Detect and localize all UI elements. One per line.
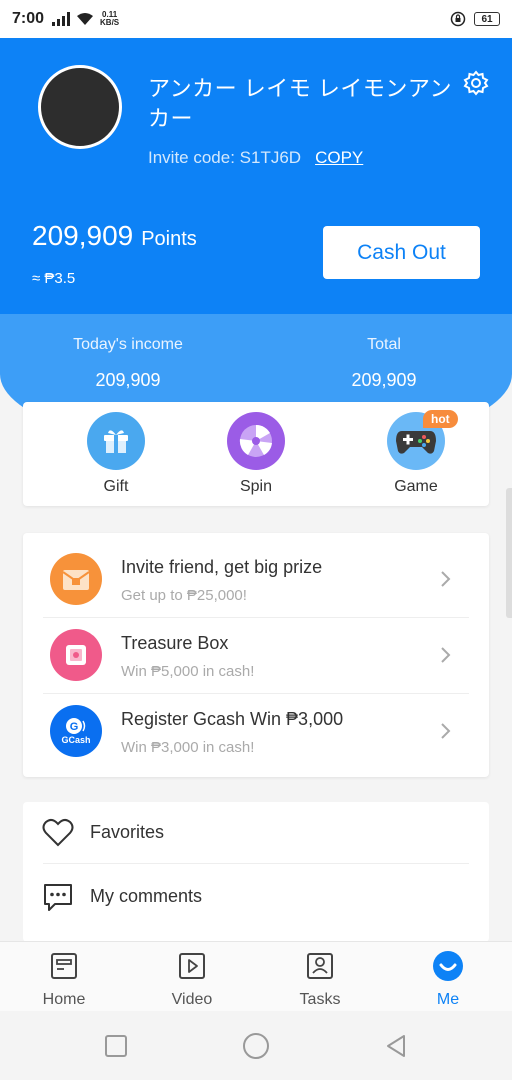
chevron-right-icon xyxy=(441,647,451,663)
tab-label: Video xyxy=(171,991,213,1008)
scrollbar[interactable] xyxy=(506,488,512,618)
quick-action-label: Gift xyxy=(103,478,129,495)
invite-code: Invite code: S1TJ6D xyxy=(148,148,302,167)
chevron-right-icon xyxy=(441,571,451,587)
promo-gcash[interactable]: G GCash Register Gcash Win ₱3,000 Win ₱3… xyxy=(23,695,489,771)
tab-label: Me xyxy=(436,991,460,1008)
heart-icon xyxy=(42,818,74,847)
gcash-icon: G GCash xyxy=(50,705,102,757)
promo-subtitle: Win ₱3,000 in cash! xyxy=(121,739,255,756)
promo-title: Invite friend, get big prize xyxy=(121,557,323,577)
promo-invite-friend[interactable]: Invite friend, get big prize Get up to ₱… xyxy=(23,543,489,619)
menu-label: Favorites xyxy=(90,822,165,842)
spin-wheel-icon xyxy=(227,412,285,470)
divider xyxy=(43,693,469,694)
promo-treasure-box[interactable]: Treasure Box Win ₱5,000 in cash! xyxy=(23,619,489,695)
comment-icon xyxy=(44,884,72,911)
tab-video[interactable]: Video xyxy=(152,950,232,1009)
status-time: 7:00 xyxy=(12,10,45,27)
tab-me[interactable]: Me xyxy=(408,950,488,1009)
back-button-icon[interactable] xyxy=(382,1032,410,1060)
approx-cash-value: ≈ ₱3.5 xyxy=(32,270,76,287)
wifi-icon xyxy=(77,13,94,25)
total-income: Total 209,909 xyxy=(304,336,464,391)
tasks-icon xyxy=(307,953,333,979)
menu-label: My comments xyxy=(90,886,203,906)
divider xyxy=(43,617,469,618)
total-income-value: 209,909 xyxy=(351,370,417,390)
treasure-box-icon xyxy=(50,629,102,681)
quick-actions-card: Gift Spin Game hot xyxy=(23,402,489,506)
signal-icon xyxy=(52,12,71,26)
points-balance: 209,909 Points xyxy=(32,220,197,252)
network-speed: 0.11 KB/S xyxy=(100,11,119,27)
quick-action-label: Game xyxy=(394,478,438,495)
status-bar: 7:00 0.11 KB/S 61 xyxy=(0,0,512,38)
quick-action-spin[interactable]: Spin xyxy=(211,412,301,496)
menu-my-comments[interactable]: My comments xyxy=(23,866,489,928)
promo-subtitle: Win ₱5,000 in cash! xyxy=(121,663,255,680)
status-right: 61 xyxy=(450,11,500,27)
profile-header: アンカー レイモ レイモンアンカー Invite code: S1TJ6D CO… xyxy=(0,38,512,314)
home-icon xyxy=(51,953,77,979)
avatar[interactable] xyxy=(38,65,122,149)
today-income: Today's income 209,909 xyxy=(48,336,208,391)
me-icon xyxy=(433,951,463,981)
points-unit: Points xyxy=(141,228,197,250)
promo-subtitle: Get up to ₱25,000! xyxy=(121,587,247,604)
today-income-label: Today's income xyxy=(73,336,183,353)
cash-out-button[interactable]: Cash Out xyxy=(323,226,480,279)
gcash-icon-label: GCash xyxy=(61,735,91,745)
status-icons: 0.11 KB/S xyxy=(52,11,119,27)
menu-card: Favorites My comments xyxy=(23,802,489,942)
rotation-lock-icon xyxy=(450,11,466,27)
menu-favorites[interactable]: Favorites xyxy=(23,802,489,864)
hot-badge: hot xyxy=(423,410,458,428)
invite-row: Invite code: S1TJ6D COPY xyxy=(148,148,363,168)
recent-apps-icon[interactable] xyxy=(102,1032,130,1060)
chevron-right-icon xyxy=(441,723,451,739)
gift-icon xyxy=(87,412,145,470)
user-name: アンカー レイモ レイモンアンカー xyxy=(148,76,452,131)
promo-title: Treasure Box xyxy=(121,633,229,653)
video-icon xyxy=(179,953,205,979)
home-button-icon[interactable] xyxy=(242,1032,270,1060)
points-value: 209,909 xyxy=(32,220,134,251)
divider xyxy=(43,863,469,864)
system-navigation-bar xyxy=(0,1011,512,1080)
bottom-tab-bar: Home Video Tasks Me xyxy=(0,941,512,1011)
copy-invite-link[interactable]: COPY xyxy=(315,148,363,168)
tab-label: Tasks xyxy=(299,991,341,1008)
today-income-value: 209,909 xyxy=(95,370,161,390)
tab-home[interactable]: Home xyxy=(24,950,104,1009)
promotions-card: Invite friend, get big prize Get up to ₱… xyxy=(23,533,489,777)
quick-action-gift[interactable]: Gift xyxy=(71,412,161,496)
total-income-label: Total xyxy=(367,336,401,353)
svg-text:G: G xyxy=(70,721,79,733)
settings-gear-icon[interactable] xyxy=(462,69,490,97)
tab-label: Home xyxy=(42,991,86,1008)
envelope-icon xyxy=(50,553,102,605)
promo-title: Register Gcash Win ₱3,000 xyxy=(121,709,344,729)
net-speed-unit: KB/S xyxy=(100,18,120,27)
battery-indicator: 61 xyxy=(474,12,500,26)
tab-tasks[interactable]: Tasks xyxy=(280,950,360,1009)
quick-action-label: Spin xyxy=(239,478,273,495)
